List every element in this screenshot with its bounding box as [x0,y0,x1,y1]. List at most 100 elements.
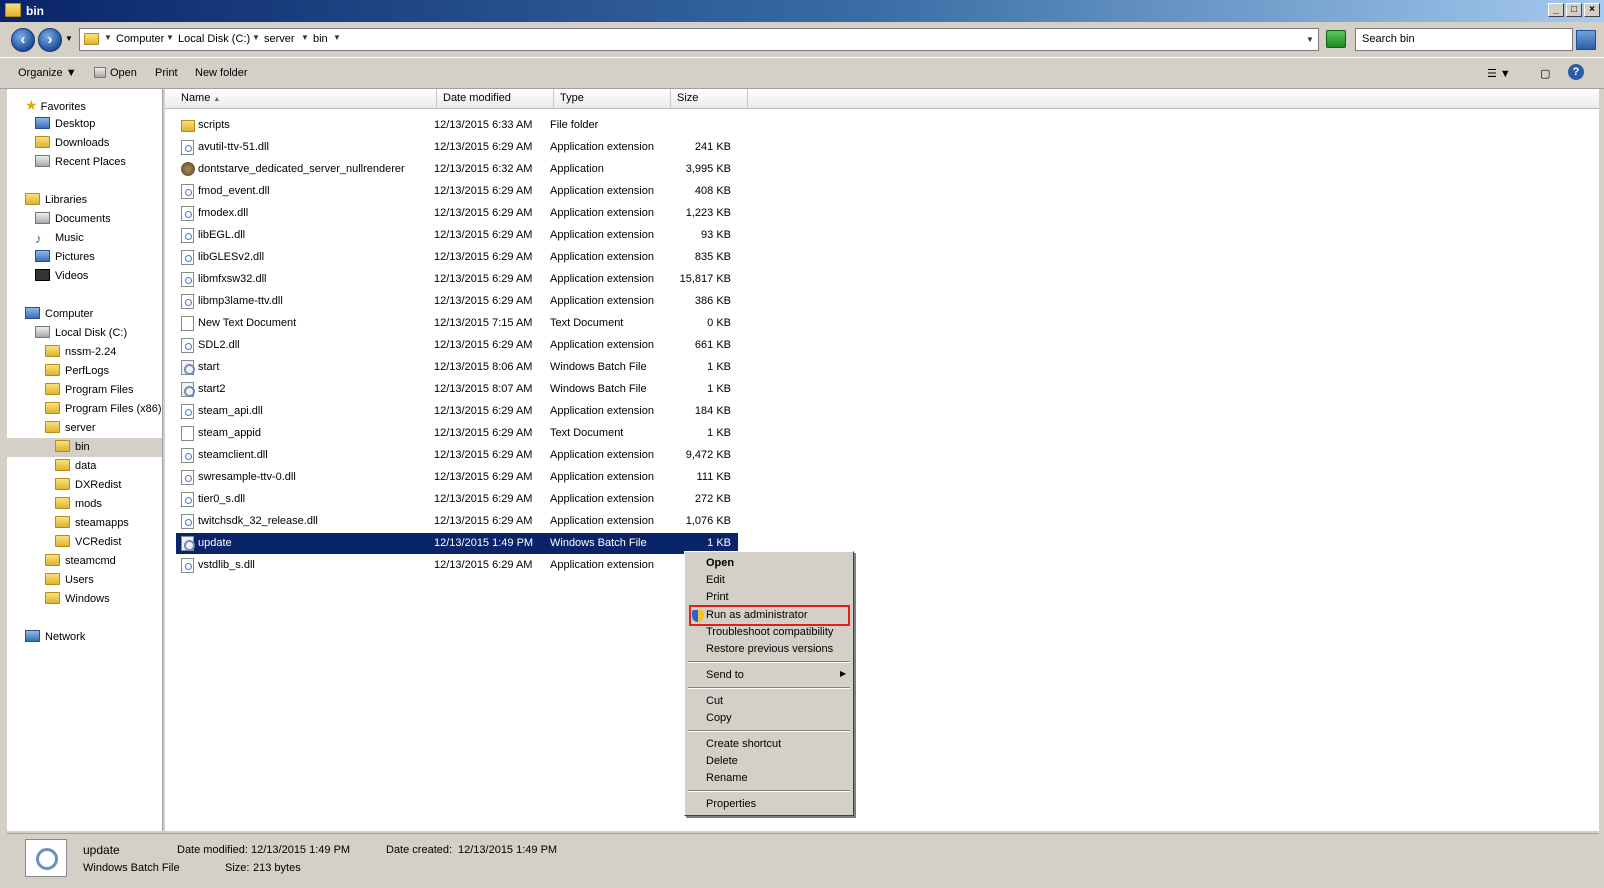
table-row[interactable]: fmodex.dll 12/13/2015 6:29 AM Application … [176,203,738,224]
table-row[interactable]: twitchsdk_32_release.dll 12/13/2015 6:29 … [176,511,738,532]
nav-folder[interactable]: PerfLogs [45,362,109,381]
nav-folder[interactable]: data [55,457,96,476]
table-row[interactable]: steam_api.dll 12/13/2015 6:29 AM Applicati… [176,401,738,422]
table-row[interactable]: scripts 12/13/2015 6:33 AM File folder [176,115,738,136]
menu-cut[interactable]: Cut [706,695,723,707]
table-row[interactable]: SDL2.dll 12/13/2015 6:29 AM Application ex… [176,335,738,356]
nav-folder-selected[interactable]: bin [7,438,162,457]
address-bar[interactable]: ▼ Computer ▼ Local Disk (C:) ▼ server ▼ … [79,28,1319,51]
nav-pictures[interactable]: Pictures [35,248,95,267]
nav-downloads[interactable]: Downloads [35,134,109,153]
nav-computer[interactable]: Computer [25,305,93,324]
nav-local-disk[interactable]: Local Disk (C:) [35,324,127,343]
menu-properties[interactable]: Properties [706,798,756,810]
nav-folder[interactable]: Program Files (x86) [45,400,162,419]
nav-folder[interactable]: Windows [45,590,110,609]
menu-troubleshoot[interactable]: Troubleshoot compatibility [706,626,833,638]
table-row[interactable]: libGLESv2.dll 12/13/2015 6:29 AM Applicati… [176,247,738,268]
nav-folder[interactable]: DXRedist [55,476,121,495]
help-icon[interactable]: ? [1568,64,1584,80]
nav-documents[interactable]: Documents [35,210,111,229]
nav-libraries[interactable]: Libraries [25,191,87,210]
chevron-right-icon[interactable]: ▼ [333,33,341,42]
menu-delete[interactable]: Delete [706,755,738,767]
nav-folder[interactable]: steamcmd [45,552,116,571]
search-input[interactable]: Search bin [1355,28,1573,51]
view-options-icon[interactable]: ☰ ▼ [1487,67,1511,80]
file-size: 1 KB [707,361,731,373]
menu-run-as-administrator[interactable]: Run as administrator [706,609,808,621]
history-dropdown-icon[interactable]: ▼ [65,34,73,43]
nav-folder[interactable]: server [45,419,96,438]
table-row[interactable]: start 12/13/2015 8:06 AM Windows Batch Fil… [176,357,738,378]
organize-button[interactable]: Organize ▼ [18,67,77,79]
crumb-computer[interactable]: Computer [116,33,164,45]
address-dropdown-icon[interactable]: ▼ [1306,35,1314,44]
table-row[interactable]: libEGL.dll 12/13/2015 6:29 AM Application … [176,225,738,246]
chevron-right-icon[interactable]: ▼ [301,33,309,42]
table-row[interactable]: steam_appid 12/13/2015 6:29 AM Text Docume… [176,423,738,444]
crumb-server[interactable]: server [264,33,295,45]
table-row-selected[interactable]: update 12/13/2015 1:49 PM Windows Batch Fi… [176,533,738,554]
menu-print[interactable]: Print [706,591,729,603]
chevron-right-icon[interactable]: ▼ [166,33,174,42]
column-date[interactable]: Date modified [437,89,554,109]
table-row[interactable]: New Text Document 12/13/2015 7:15 AM Text … [176,313,738,334]
maximize-button[interactable]: □ [1566,3,1582,17]
new-folder-button[interactable]: New folder [195,67,248,79]
nav-folder[interactable]: nssm-2.24 [45,343,116,362]
table-row[interactable]: vstdlib_s.dll 12/13/2015 6:29 AM Applicati… [176,555,738,576]
refresh-icon[interactable] [1326,30,1346,48]
column-size[interactable]: Size [671,89,748,109]
title-bar[interactable]: bin _ □ × [0,0,1604,22]
file-name: fmodex.dll [198,207,249,219]
close-button[interactable]: × [1584,3,1600,17]
table-row[interactable]: fmod_event.dll 12/13/2015 6:29 AM Applicat… [176,181,738,202]
table-row[interactable]: libmp3lame-ttv.dll 12/13/2015 6:29 AM Appl… [176,291,738,312]
menu-rename[interactable]: Rename [706,772,748,784]
search-icon[interactable] [1576,30,1596,50]
menu-send-to[interactable]: Send to [706,669,744,681]
nav-folder[interactable]: Program Files [45,381,133,400]
menu-copy[interactable]: Copy [706,712,732,724]
nav-videos[interactable]: Videos [35,267,88,286]
crumb-local-disk[interactable]: Local Disk (C:) [178,33,250,45]
file-name: libGLESv2.dll [198,251,265,263]
table-row[interactable]: steamclient.dll 12/13/2015 6:29 AM Applica… [176,445,738,466]
chevron-right-icon[interactable]: ▼ [104,33,112,42]
table-row[interactable]: start2 12/13/2015 8:07 AM Windows Batch Fi… [176,379,738,400]
nav-desktop[interactable]: Desktop [35,115,95,134]
column-name[interactable]: Name ▲ [165,89,437,109]
uac-shield-icon [692,610,704,622]
back-button[interactable]: ‹ [11,28,35,52]
nav-network[interactable]: Network [25,628,85,647]
chevron-right-icon[interactable]: ▼ [252,33,260,42]
table-row[interactable]: tier0_s.dll 12/13/2015 6:29 AM Application… [176,489,738,510]
nav-favorites[interactable]: ★ Favorites [25,96,86,115]
documents-icon [35,212,50,224]
menu-open[interactable]: Open [706,557,734,569]
nav-music[interactable]: ♪ Music [35,229,84,248]
nav-recent-places[interactable]: Recent Places [35,153,126,172]
nav-folder[interactable]: Users [45,571,94,590]
menu-restore[interactable]: Restore previous versions [706,643,833,655]
nav-folder[interactable]: mods [55,495,102,514]
preview-pane-icon[interactable]: ▢ [1540,67,1550,80]
network-icon [25,630,40,642]
crumb-bin[interactable]: bin [313,33,328,45]
table-row[interactable]: avutil-ttv-51.dll 12/13/2015 6:29 AM Appli… [176,137,738,158]
table-row[interactable]: dontstarve_dedicated_server_nullrenderer… [176,159,738,180]
nav-folder[interactable]: steamapps [55,514,129,533]
menu-edit[interactable]: Edit [706,574,725,586]
print-button[interactable]: Print [155,67,178,79]
column-type[interactable]: Type [554,89,671,109]
table-row[interactable]: swresample-ttv-0.dll 12/13/2015 6:29 AM Ap… [176,467,738,488]
forward-button[interactable]: › [38,28,62,52]
minimize-button[interactable]: _ [1548,3,1564,17]
menu-create-shortcut[interactable]: Create shortcut [706,738,781,750]
organize-label: Organize [18,67,63,79]
table-row[interactable]: libmfxsw32.dll 12/13/2015 6:29 AM Applicat… [176,269,738,290]
nav-folder[interactable]: VCRedist [55,533,121,552]
nav-label: Pictures [55,251,95,263]
open-button[interactable]: Open [94,67,137,79]
